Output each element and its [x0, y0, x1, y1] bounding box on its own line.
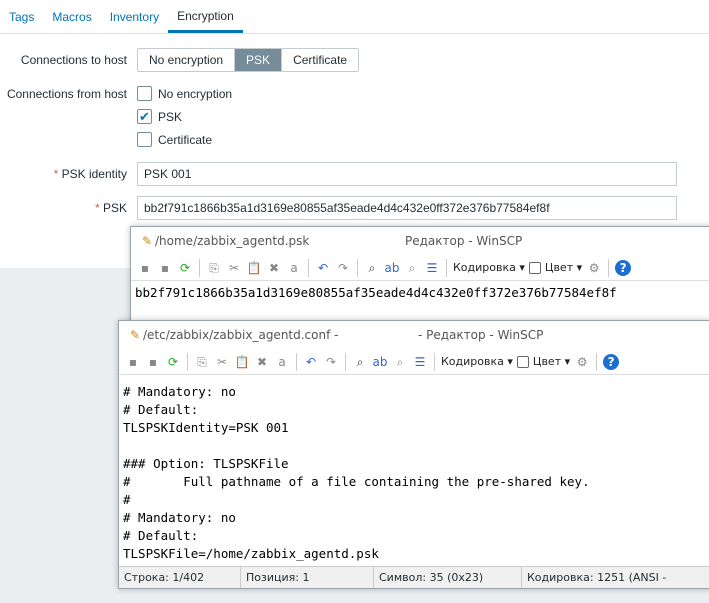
- undo-icon[interactable]: ↶: [315, 260, 331, 276]
- tab-inventory[interactable]: Inventory: [101, 0, 168, 33]
- code-line: TLSPSKFile=/home/zabbix_agentd.psk: [123, 546, 379, 561]
- winscp-editor-psk: ✎ /home/zabbix_agentd.psk Редактор - WinS…: [130, 226, 709, 326]
- color-checkbox[interactable]: [528, 261, 541, 274]
- toolbar: ▪ ▪ ⟳ ⎘ ✂ 📋 ✖ a ↶ ↷ ⌕ ab ⌕ ☰ Кодировка ▾ Цвет ▾ ⚙ …: [131, 255, 709, 281]
- no-encryption-option[interactable]: No encryption: [138, 49, 236, 71]
- from-certificate-checkbox[interactable]: Certificate: [137, 132, 212, 147]
- undo-icon[interactable]: ↶: [303, 354, 319, 370]
- delete-icon[interactable]: ✖: [254, 354, 270, 370]
- status-position: Позиция: 1: [241, 567, 374, 588]
- color-checkbox[interactable]: [516, 355, 529, 368]
- find-icon[interactable]: ⌕: [364, 260, 380, 276]
- window-title: - Редактор - WinSCP: [418, 328, 544, 342]
- window-title: Редактор - WinSCP: [405, 234, 523, 248]
- edit-icon: ✎: [129, 328, 141, 342]
- connections-to-host-label: Connections to host: [20, 53, 127, 67]
- psk-label: * PSK: [94, 201, 127, 215]
- connections-from-host-label: Connections from host: [6, 87, 127, 101]
- tab-macros[interactable]: Macros: [43, 0, 100, 33]
- save-icon[interactable]: ▪: [137, 260, 153, 276]
- code-line: # Full pathname of a file containing the…: [123, 474, 590, 489]
- tab-encryption[interactable]: Encryption: [168, 0, 243, 33]
- status-char: Символ: 35 (0x23): [374, 567, 522, 588]
- settings-icon[interactable]: ⚙: [586, 260, 602, 276]
- file-path: /home/zabbix_agentd.psk: [155, 234, 310, 248]
- redo-icon[interactable]: ↷: [323, 354, 339, 370]
- find-next-icon[interactable]: ⌕: [392, 354, 408, 370]
- status-encoding: Кодировка: 1251 (ANSI -: [527, 571, 667, 584]
- help-icon[interactable]: ?: [615, 259, 632, 276]
- tab-tags[interactable]: Tags: [0, 0, 43, 33]
- reload-icon[interactable]: ⟳: [165, 354, 181, 370]
- title-bar: ✎ /home/zabbix_agentd.psk Редактор - WinS…: [131, 227, 709, 255]
- title-bar: ✎ /etc/zabbix/zabbix_agentd.conf - - Реда…: [119, 321, 709, 349]
- checkbox-label: No encryption: [158, 86, 233, 101]
- psk-option[interactable]: PSK: [235, 49, 283, 71]
- delete-icon[interactable]: ✖: [266, 260, 282, 276]
- from-psk-checkbox[interactable]: ✔ PSK: [137, 109, 182, 124]
- encoding-dropdown[interactable]: Кодировка ▾: [453, 261, 525, 274]
- redo-icon[interactable]: ↷: [335, 260, 351, 276]
- copy-icon[interactable]: ⎘: [206, 260, 222, 276]
- replace-icon[interactable]: ab: [384, 260, 400, 276]
- psk-input[interactable]: bb2f791c1866b35a1d3169e80855af35eade4d4c…: [137, 196, 677, 220]
- status-line: Строка: 1/402: [119, 567, 241, 588]
- code-line: # Mandatory: no: [123, 510, 236, 525]
- connections-to-host-segmented: No encryption PSK Certificate: [137, 48, 360, 72]
- editor-content[interactable]: bb2f791c1866b35a1d3169e80855af35eade4d4c…: [131, 281, 709, 300]
- paste-icon[interactable]: 📋: [246, 260, 262, 276]
- winscp-editor-conf: ✎ /etc/zabbix/zabbix_agentd.conf - - Реда…: [118, 320, 709, 589]
- help-icon[interactable]: ?: [603, 353, 620, 370]
- select-all-icon[interactable]: a: [274, 354, 290, 370]
- checkbox-label: PSK: [158, 109, 183, 124]
- edit-icon: ✎: [141, 234, 153, 248]
- code-line: # Mandatory: no: [123, 384, 236, 399]
- save-icon[interactable]: ▪: [125, 354, 141, 370]
- tabs: Tags Macros Inventory Encryption: [0, 0, 709, 34]
- color-dropdown[interactable]: Цвет ▾: [533, 355, 570, 368]
- psk-identity-label: * PSK identity: [53, 167, 127, 181]
- encoding-dropdown[interactable]: Кодировка ▾: [441, 355, 513, 368]
- code-line: TLSPSKIdentity=PSK 001: [123, 420, 289, 435]
- goto-line-icon[interactable]: ☰: [424, 260, 440, 276]
- status-bar: Строка: 1/402 Позиция: 1 Символ: 35 (0x2…: [119, 566, 709, 588]
- checkbox-label: Certificate: [158, 132, 213, 147]
- select-all-icon[interactable]: a: [286, 260, 302, 276]
- find-icon[interactable]: ⌕: [352, 354, 368, 370]
- code-line: # Default:: [123, 402, 199, 417]
- save-all-icon[interactable]: ▪: [157, 260, 173, 276]
- code-line: ### Option: TLSPSKFile: [123, 456, 289, 471]
- code-line: # Default:: [123, 528, 199, 543]
- goto-line-icon[interactable]: ☰: [412, 354, 428, 370]
- code-line: #: [123, 492, 131, 507]
- file-path: /etc/zabbix/zabbix_agentd.conf -: [143, 328, 339, 342]
- paste-icon[interactable]: 📋: [234, 354, 250, 370]
- cut-icon[interactable]: ✂: [226, 260, 242, 276]
- editor-content[interactable]: # Mandatory: no # Default: TLSPSKIdentit…: [119, 375, 709, 563]
- checkmark-icon: ✔: [137, 109, 152, 124]
- from-no-encryption-checkbox[interactable]: No encryption: [137, 86, 232, 101]
- cut-icon[interactable]: ✂: [214, 354, 230, 370]
- psk-identity-input[interactable]: PSK 001: [137, 162, 677, 186]
- certificate-option[interactable]: Certificate: [282, 49, 358, 71]
- find-next-icon[interactable]: ⌕: [404, 260, 420, 276]
- toolbar: ▪ ▪ ⟳ ⎘ ✂ 📋 ✖ a ↶ ↷ ⌕ ab ⌕ ☰ Кодировка ▾ Цвет ▾ ⚙ …: [119, 349, 709, 375]
- color-dropdown[interactable]: Цвет ▾: [545, 261, 582, 274]
- save-all-icon[interactable]: ▪: [145, 354, 161, 370]
- reload-icon[interactable]: ⟳: [177, 260, 193, 276]
- copy-icon[interactable]: ⎘: [194, 354, 210, 370]
- settings-icon[interactable]: ⚙: [574, 354, 590, 370]
- replace-icon[interactable]: ab: [372, 354, 388, 370]
